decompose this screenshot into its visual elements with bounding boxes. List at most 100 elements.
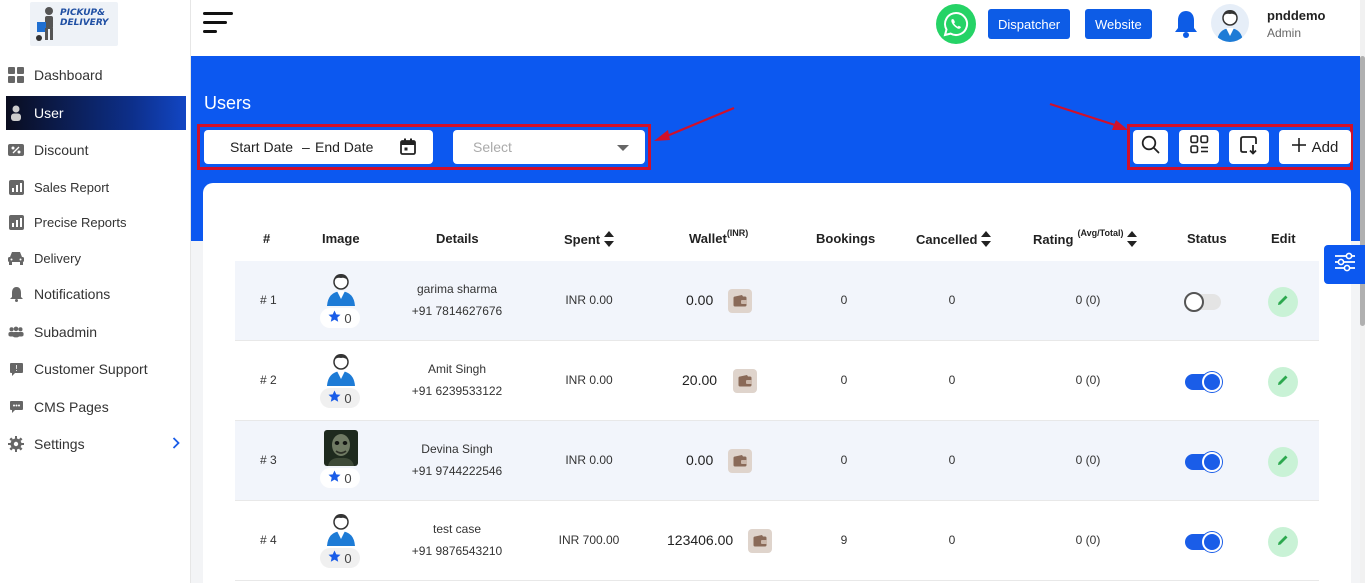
sidebar-item-discount[interactable]: Discount [6, 133, 186, 167]
status-toggle[interactable] [1185, 532, 1222, 552]
col-header-cancelled[interactable]: Cancelled [916, 231, 992, 247]
car-icon [8, 250, 24, 266]
sidebar-item-sales-report[interactable]: Sales Report [6, 170, 186, 204]
sidebar-item-settings[interactable]: Settings [6, 427, 186, 461]
date-separator: – [302, 139, 310, 155]
end-date-label: End Date [315, 139, 374, 155]
sidebar-item-dashboard[interactable]: Dashboard [6, 58, 186, 92]
table-row: # 4 0 test case +91 9876543210 INR 700.0… [235, 501, 1319, 581]
col-header-wallet: Wallet (INR) [689, 227, 749, 247]
row-number: # 4 [260, 533, 277, 547]
chevron-down-icon [617, 145, 629, 151]
annotation-arrow-left [654, 106, 735, 141]
wallet-icon[interactable] [733, 369, 757, 393]
edit-button[interactable] [1268, 367, 1298, 397]
search-button[interactable] [1133, 130, 1168, 164]
export-button[interactable] [1229, 130, 1269, 164]
table-row: # 2 0 Amit Singh +91 6239533122 INR 0.00… [235, 341, 1319, 421]
rating-badge: 0 [320, 388, 360, 408]
rating-badge: 0 [320, 548, 360, 568]
report-icon [8, 214, 24, 230]
sidebar-item-precise-reports[interactable]: Precise Reports [6, 205, 186, 239]
sidebar-item-user[interactable]: User [6, 96, 186, 130]
user-avatar-icon [327, 354, 355, 386]
sidebar-item-delivery[interactable]: Delivery [6, 241, 186, 275]
bell-icon [8, 286, 24, 302]
filter-panel-button[interactable] [1324, 245, 1365, 284]
sidebar-item-notifications[interactable]: Notifications [6, 277, 186, 311]
notification-bell-icon[interactable] [1173, 9, 1199, 39]
website-button[interactable]: Website [1085, 9, 1152, 39]
add-user-button[interactable]: Add [1279, 130, 1351, 164]
wallet-icon[interactable] [728, 449, 752, 473]
edit-button[interactable] [1268, 287, 1298, 317]
calendar-icon [400, 138, 416, 158]
user-phone: +91 6239533122 [411, 384, 503, 398]
sliders-icon [1334, 252, 1356, 277]
col-header-status: Status [1187, 231, 1227, 246]
user-phone: +91 9744222546 [411, 464, 503, 478]
logo-text: PICKUP& DELIVERY [60, 8, 109, 28]
spent-value: INR 0.00 [565, 293, 613, 307]
wallet-value: 20.00 [682, 372, 718, 388]
dispatcher-button[interactable]: Dispatcher [988, 9, 1071, 39]
wallet-value: 0.00 [686, 292, 714, 308]
sidebar-item-cms-pages[interactable]: CMS Pages [6, 390, 186, 424]
bookings-value: 0 [840, 373, 848, 387]
avatar[interactable] [1211, 4, 1249, 42]
edit-button[interactable] [1268, 527, 1298, 557]
status-toggle[interactable] [1185, 372, 1222, 392]
user-name: pnddemo [1267, 8, 1326, 23]
spent-value: INR 0.00 [565, 373, 613, 387]
table-row: # 1 0 garima sharma +91 7814627676 INR 0… [235, 261, 1319, 341]
start-date-label: Start Date [230, 139, 294, 155]
wallet-icon[interactable] [748, 529, 772, 553]
user-photo [324, 430, 358, 466]
table-row: # 3 0 Devina Singh +91 9744222546 INR 0.… [235, 421, 1319, 501]
download-file-icon [1239, 135, 1259, 160]
col-header-spent[interactable]: Spent [564, 231, 615, 247]
search-icon [1141, 135, 1160, 159]
rating-badge: 0 [320, 468, 360, 488]
col-header-bookings: Bookings [816, 231, 876, 246]
svg-text:!: ! [14, 364, 17, 373]
date-range-picker[interactable]: Start Date – End Date [204, 130, 433, 164]
sort-icon[interactable] [981, 231, 992, 247]
status-select[interactable]: Select [453, 130, 645, 164]
chevron-right-icon [172, 436, 180, 452]
wallet-icon[interactable] [728, 289, 752, 313]
pencil-icon [1277, 533, 1289, 551]
sort-icon[interactable] [1127, 231, 1138, 247]
topbar: Dispatcher Website pnddemo Admin [191, 0, 1365, 56]
delivery-man-icon [36, 7, 53, 41]
sidebar-item-subadmin[interactable]: Subadmin [6, 315, 186, 349]
chat-icon [8, 399, 24, 415]
grid-view-button[interactable] [1179, 130, 1219, 164]
row-number: # 3 [260, 453, 277, 467]
page-scrollbar[interactable] [1360, 0, 1365, 583]
sidebar-item-label: User [34, 105, 64, 121]
cancelled-value: 0 [948, 533, 956, 547]
menu-toggle-icon[interactable] [203, 12, 235, 36]
sidebar-item-label: Dashboard [34, 67, 103, 83]
bookings-value: 9 [840, 533, 848, 547]
col-header-rating[interactable]: Rating (Avg/Total) [1033, 228, 1138, 247]
bookings-value: 0 [840, 293, 848, 307]
whatsapp-icon[interactable] [936, 4, 976, 44]
star-icon [328, 390, 341, 406]
sort-icon[interactable] [604, 231, 615, 247]
sidebar-item-label: Delivery [34, 250, 81, 266]
edit-button[interactable] [1268, 447, 1298, 477]
rating-value: 0 (0) [1075, 293, 1101, 307]
user-avatar-icon [327, 514, 355, 546]
brand-logo[interactable]: PICKUP& DELIVERY [30, 2, 118, 46]
col-header-num: # [263, 231, 271, 246]
status-toggle[interactable] [1185, 452, 1222, 472]
cancelled-value: 0 [948, 373, 956, 387]
user-name: Amit Singh [427, 362, 487, 376]
sidebar-item-customer-support[interactable]: ! Customer Support [6, 352, 186, 386]
status-toggle[interactable] [1184, 292, 1221, 312]
spent-value: INR 0.00 [565, 453, 613, 467]
user-avatar-icon [327, 274, 355, 306]
rating-value: 0 (0) [1075, 373, 1101, 387]
